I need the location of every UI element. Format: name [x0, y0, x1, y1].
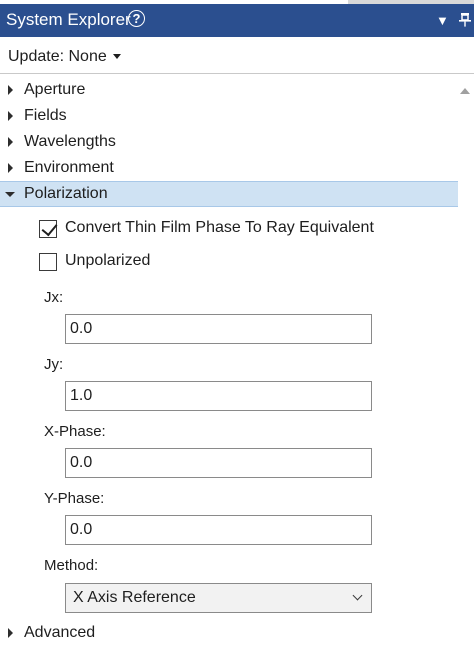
update-bar: Update: None [0, 37, 474, 74]
tree-item-wavelengths[interactable]: Wavelengths [0, 130, 458, 155]
pin-icon[interactable] [459, 13, 471, 30]
expand-arrow-icon[interactable] [8, 628, 13, 638]
method-label: Method: [44, 557, 99, 574]
method-selected-value: X Axis Reference [73, 589, 196, 606]
tree-item-environment[interactable]: Environment [0, 156, 458, 181]
tree-item-label: Advanced [24, 624, 96, 641]
top-strip [0, 0, 474, 4]
tree-item-label: Wavelengths [24, 133, 116, 150]
expand-arrow-icon[interactable] [8, 111, 13, 121]
method-select[interactable]: X Axis Reference [65, 583, 372, 613]
tree-item-fields[interactable]: Fields [0, 104, 458, 129]
jy-input[interactable] [65, 381, 372, 411]
jx-input[interactable] [65, 314, 372, 344]
tree-item-label: Aperture [24, 81, 86, 98]
expand-arrow-icon[interactable] [8, 85, 13, 95]
tree-item-advanced[interactable]: Advanced [0, 621, 458, 646]
unpolarized-checkbox[interactable] [39, 253, 57, 271]
chevron-down-icon[interactable] [352, 590, 363, 601]
x-phase-label: X-Phase: [44, 423, 106, 440]
window-title: System Explorer [6, 10, 131, 29]
tree-item-label: Fields [24, 107, 67, 124]
caret-down-icon[interactable] [113, 54, 121, 59]
title-bar: System Explorer ? ▼ [0, 0, 474, 37]
jx-label: Jx: [44, 289, 64, 306]
y-phase-label: Y-Phase: [44, 490, 105, 507]
expand-arrow-icon[interactable] [8, 163, 13, 173]
y-phase-input[interactable] [65, 515, 372, 545]
x-phase-input[interactable] [65, 448, 372, 478]
help-icon[interactable]: ? [128, 10, 145, 27]
window-menu-icon[interactable]: ▼ [436, 13, 449, 28]
tree-item-aperture[interactable]: Aperture [0, 78, 458, 103]
update-dropdown[interactable]: Update: None [8, 48, 107, 66]
collapse-arrow-icon[interactable] [5, 192, 15, 197]
scroll-up-icon[interactable] [460, 88, 470, 94]
unpolarized-label[interactable]: Unpolarized [65, 252, 150, 270]
checkmark-icon [41, 219, 58, 237]
convert-thin-film-checkbox[interactable] [39, 219, 58, 238]
convert-thin-film-label[interactable]: Convert Thin Film Phase To Ray Equivalen… [65, 219, 374, 237]
tree-item-label: Environment [24, 159, 114, 176]
expand-arrow-icon[interactable] [8, 137, 13, 147]
tree-item-label: Polarization [24, 185, 108, 202]
vertical-scrollbar[interactable] [456, 80, 474, 647]
tree-item-polarization[interactable]: Polarization [0, 181, 458, 207]
jy-label: Jy: [44, 356, 64, 373]
